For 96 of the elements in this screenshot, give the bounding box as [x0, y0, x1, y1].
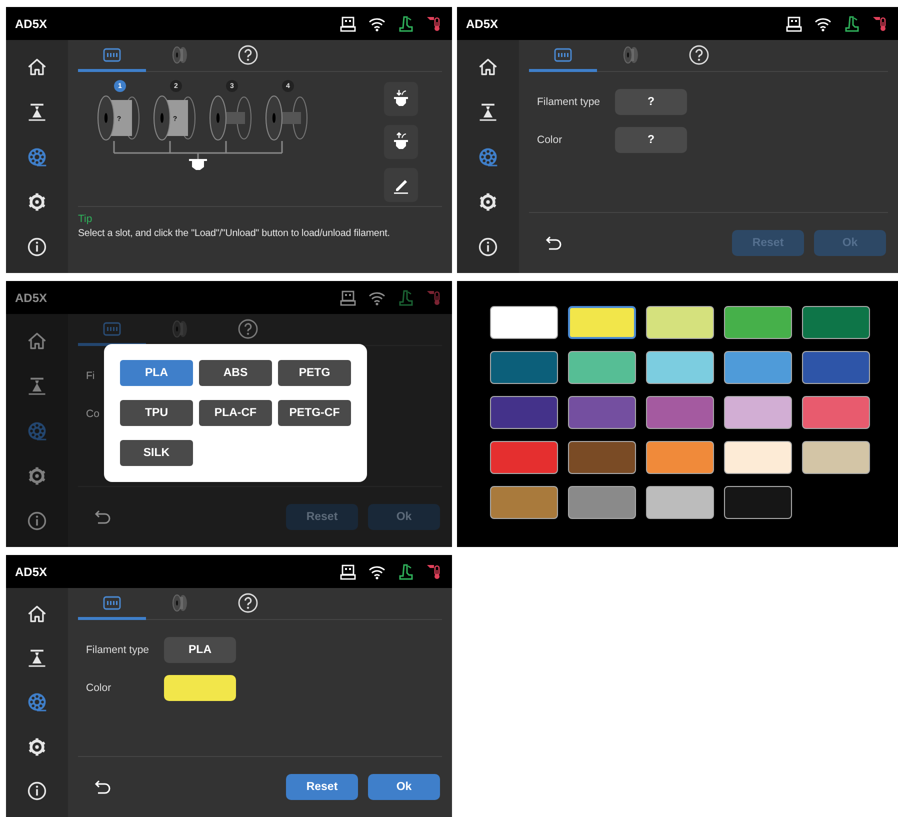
select-field[interactable]: ? — [615, 89, 687, 115]
usb-drive-icon — [340, 564, 356, 580]
wifi-icon — [368, 16, 386, 32]
device-name: AD5X — [15, 16, 48, 30]
help-icon — [238, 318, 258, 338]
edit-button[interactable] — [384, 168, 418, 202]
spool-icon — [172, 320, 188, 338]
color-swatch[interactable] — [568, 441, 636, 474]
device-name: AD5X — [466, 16, 498, 30]
color-swatch[interactable] — [490, 441, 558, 474]
filament-option[interactable]: SILK — [120, 440, 193, 466]
color-swatch[interactable] — [646, 396, 714, 429]
field-label: Filament type — [86, 644, 150, 656]
color-swatch[interactable] — [724, 351, 792, 384]
nozzle-icon — [398, 564, 414, 580]
filament-option[interactable]: PLA-CF — [199, 400, 272, 426]
color-swatch[interactable] — [802, 351, 870, 384]
thermometer-icon — [426, 16, 442, 32]
field-label: Color — [537, 134, 564, 146]
spool-icon[interactable] — [26, 146, 48, 168]
nozzle-icon — [398, 16, 414, 32]
printer-icon[interactable] — [26, 647, 48, 670]
wifi-icon — [368, 290, 386, 306]
settings-icon[interactable] — [26, 736, 48, 758]
color-swatch[interactable] — [490, 351, 558, 384]
spool-icon — [172, 46, 188, 64]
color-swatch[interactable] — [646, 486, 714, 519]
spool-icon[interactable] — [26, 691, 48, 714]
help-icon — [689, 44, 709, 64]
color-swatch[interactable] — [568, 396, 636, 429]
nozzle-arrow-icon — [391, 132, 411, 152]
settings-icon[interactable] — [26, 190, 48, 212]
reset-button[interactable]: Reset — [286, 774, 358, 800]
color-swatch[interactable] — [802, 306, 870, 339]
wifi-icon — [368, 564, 386, 580]
thermometer-icon — [872, 16, 888, 32]
select-field[interactable]: PLA — [164, 637, 236, 663]
help-icon — [238, 592, 258, 612]
color-swatch[interactable] — [490, 486, 558, 519]
wifi-icon — [814, 16, 832, 32]
color-swatch[interactable] — [568, 306, 636, 339]
color-swatch[interactable] — [724, 486, 792, 519]
nozzle-icon — [398, 290, 414, 306]
ok-button[interactable]: Ok — [368, 774, 440, 800]
nozzle-button[interactable] — [384, 82, 418, 116]
device-name: AD5X — [15, 290, 48, 304]
color-swatch[interactable] — [802, 396, 870, 429]
color-swatch[interactable] — [568, 351, 636, 384]
info-icon[interactable] — [26, 236, 48, 258]
slots-icon — [103, 322, 121, 336]
thermometer-icon — [426, 290, 442, 306]
nozzle-arrow-icon — [391, 89, 411, 109]
select-field[interactable]: ? — [615, 127, 687, 153]
filament-option[interactable]: PETG-CF — [278, 400, 351, 426]
usb-drive-icon — [340, 16, 356, 32]
color-field[interactable] — [164, 675, 236, 701]
spool-icon[interactable] — [26, 420, 48, 442]
nozzle-button[interactable] — [384, 125, 418, 159]
info-icon[interactable] — [477, 236, 499, 258]
slots-icon — [554, 48, 572, 62]
color-swatch[interactable] — [724, 306, 792, 339]
usb-drive-icon — [340, 290, 356, 306]
field-label: Filament type — [537, 96, 602, 108]
help-icon — [238, 44, 258, 64]
slots-icon — [103, 596, 121, 610]
settings-icon[interactable] — [477, 190, 499, 212]
filament-option[interactable]: PLA — [120, 360, 193, 386]
color-swatch[interactable] — [802, 441, 870, 474]
color-swatch[interactable] — [646, 441, 714, 474]
slots-icon — [103, 48, 121, 62]
thermometer-icon — [426, 564, 442, 580]
spool-icon — [623, 46, 639, 64]
filament-option[interactable]: TPU — [120, 400, 193, 426]
field-label: Co — [86, 408, 100, 420]
back-icon[interactable] — [545, 234, 563, 252]
back-icon[interactable] — [94, 778, 112, 796]
color-swatch[interactable] — [724, 441, 792, 474]
spool-icon[interactable] — [477, 146, 499, 168]
nozzle-icon — [844, 16, 860, 32]
color-swatch[interactable] — [490, 396, 558, 429]
color-swatch[interactable] — [568, 486, 636, 519]
color-swatch[interactable] — [490, 306, 558, 339]
color-swatch[interactable] — [646, 351, 714, 384]
spool-icon — [172, 594, 188, 612]
color-swatch[interactable] — [646, 306, 714, 339]
device-name: AD5X — [15, 564, 48, 578]
back-icon[interactable] — [94, 508, 112, 526]
color-swatch[interactable] — [724, 396, 792, 429]
field-label: Color — [86, 682, 112, 694]
tip-text: Select a slot, and click the "Load"/"Unload" button to load/unload filament. — [78, 228, 391, 239]
filament-option[interactable]: ABS — [199, 360, 272, 386]
filament-option[interactable]: PETG — [278, 360, 351, 386]
usb-drive-icon — [786, 16, 802, 32]
field-label: Fi — [86, 370, 95, 382]
tip-title: Tip — [78, 213, 94, 225]
info-icon[interactable] — [26, 780, 48, 802]
